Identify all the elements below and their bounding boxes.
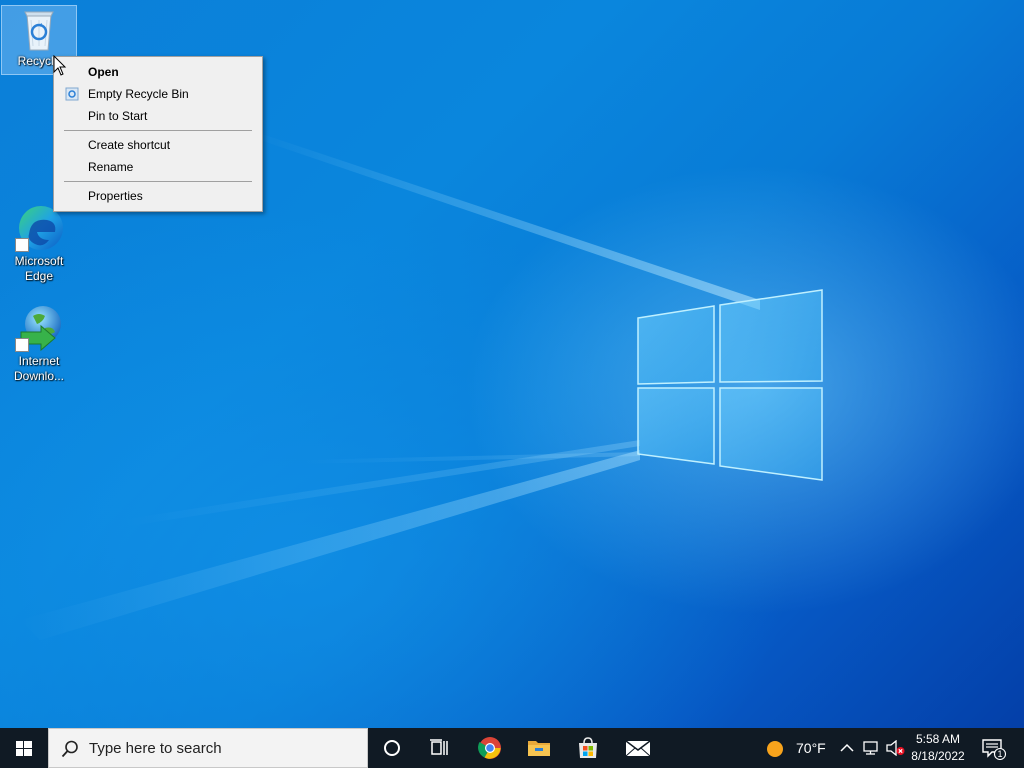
context-menu[interactable]: Open Empty Recycle Bin Pin to Start Crea… [53, 56, 263, 212]
menu-item-create-shortcut-label: Create shortcut [88, 138, 171, 152]
microsoft-edge-desktop-icon[interactable]: Microsoft Edge [2, 204, 76, 284]
clock-date: 8/18/2022 [911, 749, 965, 763]
taskbar-search-box[interactable]: Type here to search [48, 728, 368, 768]
volume-muted-icon[interactable] [886, 740, 906, 756]
windows-start-icon [16, 741, 32, 756]
mouse-cursor-icon [53, 55, 67, 76]
chevron-up-icon[interactable] [840, 742, 854, 754]
desktop[interactable]: Recycle Microsoft Edge Internet Downlo..… [0, 0, 1024, 728]
menu-item-create-shortcut[interactable]: Create shortcut [54, 134, 262, 156]
search-icon [61, 740, 78, 758]
file-explorer-icon [528, 741, 550, 756]
idm-label-line1: Internet [18, 354, 60, 368]
file-explorer-taskbar-button[interactable] [515, 728, 563, 768]
menu-item-rename[interactable]: Rename [54, 156, 262, 178]
task-view-button[interactable] [416, 728, 464, 768]
cortana-icon [384, 740, 400, 756]
store-icon [579, 737, 597, 758]
menu-item-empty-recycle-bin[interactable]: Empty Recycle Bin [54, 83, 262, 105]
menu-item-rename-label: Rename [88, 160, 134, 174]
microsoft-store-taskbar-button[interactable] [564, 728, 612, 768]
recycle-bin-small-icon [65, 87, 79, 101]
notification-count: 1 [997, 749, 1003, 759]
search-placeholder: Type here to search [89, 740, 222, 757]
weather-temperature[interactable]: 70°F [796, 728, 826, 768]
menu-separator [64, 181, 252, 182]
menu-item-empty-recycle-bin-label: Empty Recycle Bin [88, 87, 189, 101]
network-icon[interactable] [862, 740, 880, 756]
menu-item-open-label: Open [88, 65, 119, 79]
windows-logo-wallpaper [637, 289, 823, 481]
start-button[interactable] [0, 728, 48, 768]
menu-item-properties-label: Properties [88, 189, 143, 203]
task-view-icon [430, 739, 448, 755]
menu-item-pin-to-start[interactable]: Pin to Start [54, 105, 262, 127]
menu-item-pin-to-start-label: Pin to Start [88, 109, 148, 123]
menu-item-open[interactable]: Open [54, 61, 262, 83]
edge-label-line1: Microsoft [14, 254, 64, 268]
shortcut-arrow-icon [15, 238, 29, 252]
idm-label-line2: Downlo... [13, 369, 65, 383]
chrome-icon [478, 737, 501, 759]
mail-icon [625, 740, 651, 757]
menu-item-properties[interactable]: Properties [54, 185, 262, 207]
edge-label-line2: Edge [24, 269, 54, 283]
chrome-taskbar-button[interactable] [466, 728, 514, 768]
recycle-bin-icon [15, 6, 63, 52]
internet-download-manager-desktop-icon[interactable]: Internet Downlo... [2, 304, 76, 384]
action-center-button[interactable]: 1 [980, 736, 1007, 761]
taskbar-clock[interactable]: 5:58 AM 8/18/2022 [904, 731, 972, 765]
weather-sun-icon[interactable] [766, 740, 784, 758]
shortcut-arrow-icon [15, 338, 29, 352]
cortana-button[interactable] [368, 728, 416, 768]
menu-separator [64, 130, 252, 131]
taskbar: Type here to search 70°F 5:58 AM 8/18/20… [0, 728, 1024, 768]
idm-globe-icon [15, 304, 63, 352]
mail-taskbar-button[interactable] [613, 728, 661, 768]
clock-time: 5:58 AM [915, 732, 961, 746]
